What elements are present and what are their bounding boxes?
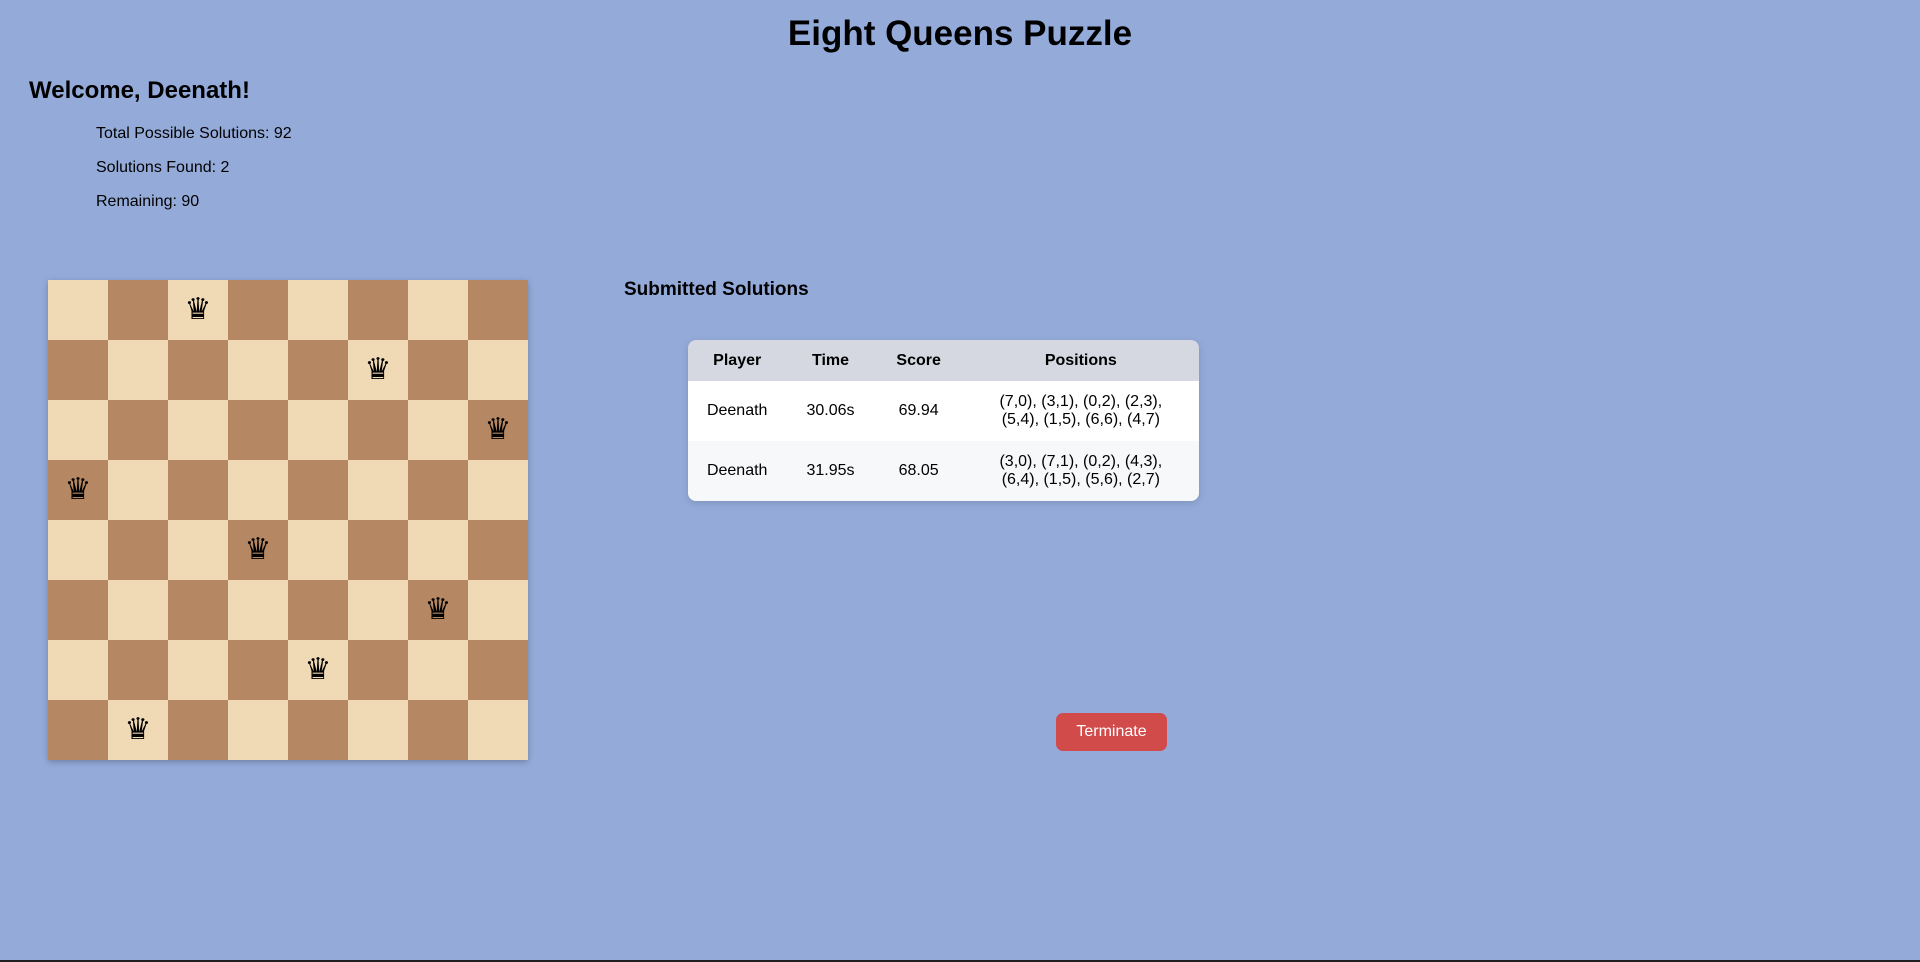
board-square[interactable] (108, 400, 168, 460)
queen-icon: ♛ (424, 592, 452, 627)
board-square[interactable] (168, 520, 228, 580)
board-square[interactable] (288, 460, 348, 520)
board-square[interactable] (408, 700, 468, 760)
board-square[interactable] (288, 700, 348, 760)
board-square[interactable] (348, 580, 408, 640)
positions-text: (7,0), (3,1), (0,2), (2,3), (5,4), (1,5)… (999, 393, 1163, 428)
player-cell: Deenath (706, 462, 768, 479)
board-square[interactable] (228, 700, 288, 760)
board-square[interactable] (108, 460, 168, 520)
board-square[interactable]: ♛ (48, 460, 108, 520)
board-square[interactable] (468, 280, 528, 340)
board-square[interactable] (48, 340, 108, 400)
stats-panel: Total Possible Solutions: 92 Solutions F… (96, 124, 292, 226)
board-square[interactable] (348, 280, 408, 340)
remaining-stat: Remaining: 90 (96, 193, 200, 210)
board-square[interactable] (408, 460, 468, 520)
queen-icon: ♛ (244, 532, 272, 567)
board-square[interactable]: ♛ (348, 340, 408, 400)
solutions-table: Player Time Score Positions Deenath 30.0… (688, 340, 1199, 501)
solutions-found-stat: Solutions Found: 2 (96, 159, 230, 176)
board-square[interactable] (48, 700, 108, 760)
board-square[interactable] (168, 340, 228, 400)
board-square[interactable] (168, 640, 228, 700)
board-square[interactable]: ♛ (408, 580, 468, 640)
board-square[interactable] (288, 400, 348, 460)
board-square[interactable] (288, 520, 348, 580)
positions-cell: (3,0), (7,1), (0,2), (4,3), (6,4), (1,5)… (963, 441, 1199, 501)
score-cell: 68.05 (898, 462, 939, 479)
board-square[interactable] (48, 520, 108, 580)
board-square[interactable] (348, 460, 408, 520)
chessboard: ♛ ♛ ♛ ♛ ♛ ♛ ♛ ♛ (48, 280, 528, 760)
positions-cell: (7,0), (3,1), (0,2), (2,3), (5,4), (1,5)… (963, 381, 1199, 441)
board-square[interactable] (228, 460, 288, 520)
board-square[interactable] (108, 580, 168, 640)
board-square[interactable] (228, 580, 288, 640)
board-square[interactable] (168, 700, 228, 760)
board-square[interactable] (468, 460, 528, 520)
column-header-score: Score (896, 351, 941, 369)
board-square[interactable] (48, 580, 108, 640)
board-square[interactable] (408, 400, 468, 460)
board-square[interactable] (468, 700, 528, 760)
board-square[interactable] (288, 280, 348, 340)
board-square[interactable] (288, 340, 348, 400)
column-header-positions: Positions (1044, 351, 1117, 369)
board-square[interactable] (108, 280, 168, 340)
table-row: Deenath 30.06s 69.94 (7,0), (3,1), (0,2)… (688, 381, 1199, 441)
queen-icon: ♛ (484, 412, 512, 447)
board-square[interactable] (228, 400, 288, 460)
welcome-message: Welcome, Deenath! (29, 77, 250, 104)
board-square[interactable] (468, 640, 528, 700)
board-square[interactable] (348, 400, 408, 460)
board-square[interactable] (168, 460, 228, 520)
time-cell: 30.06s (806, 402, 855, 419)
board-square[interactable] (288, 580, 348, 640)
board-square[interactable] (408, 640, 468, 700)
board-square[interactable]: ♛ (108, 700, 168, 760)
board-square[interactable] (348, 520, 408, 580)
submitted-solutions-heading: Submitted Solutions (624, 279, 809, 300)
board-square[interactable] (468, 340, 528, 400)
board-square[interactable] (408, 520, 468, 580)
board-square[interactable] (228, 640, 288, 700)
time-cell: 31.95s (806, 462, 855, 479)
board-square[interactable]: ♛ (168, 280, 228, 340)
board-square[interactable] (348, 640, 408, 700)
total-solutions-stat: Total Possible Solutions: 92 (96, 125, 292, 142)
board-square[interactable]: ♛ (288, 640, 348, 700)
board-square[interactable] (108, 340, 168, 400)
page-title: Eight Queens Puzzle (787, 14, 1133, 53)
board-square[interactable] (348, 700, 408, 760)
board-square[interactable] (228, 340, 288, 400)
board-square[interactable] (48, 640, 108, 700)
queen-icon: ♛ (124, 712, 152, 747)
board-square[interactable] (108, 640, 168, 700)
board-square[interactable] (168, 400, 228, 460)
score-cell: 69.94 (898, 402, 939, 419)
terminate-button[interactable]: Terminate (1056, 713, 1167, 751)
column-header-player: Player (713, 351, 762, 369)
player-cell: Deenath (706, 402, 768, 419)
board-square[interactable]: ♛ (468, 400, 528, 460)
positions-text: (3,0), (7,1), (0,2), (4,3), (6,4), (1,5)… (999, 453, 1163, 488)
board-square[interactable] (468, 520, 528, 580)
board-square[interactable]: ♛ (228, 520, 288, 580)
board-square[interactable] (408, 340, 468, 400)
column-header-time: Time (812, 351, 850, 369)
board-square[interactable] (168, 580, 228, 640)
table-header-row: Player Time Score Positions (688, 340, 1199, 381)
queen-icon: ♛ (64, 472, 92, 507)
queen-icon: ♛ (184, 292, 212, 327)
board-square[interactable] (108, 520, 168, 580)
board-square[interactable] (468, 580, 528, 640)
queen-icon: ♛ (364, 352, 392, 387)
queen-icon: ♛ (304, 652, 332, 687)
table-row: Deenath 31.95s 68.05 (3,0), (7,1), (0,2)… (688, 441, 1199, 501)
board-square[interactable] (48, 280, 108, 340)
board-square[interactable] (408, 280, 468, 340)
board-square[interactable] (48, 400, 108, 460)
board-square[interactable] (228, 280, 288, 340)
